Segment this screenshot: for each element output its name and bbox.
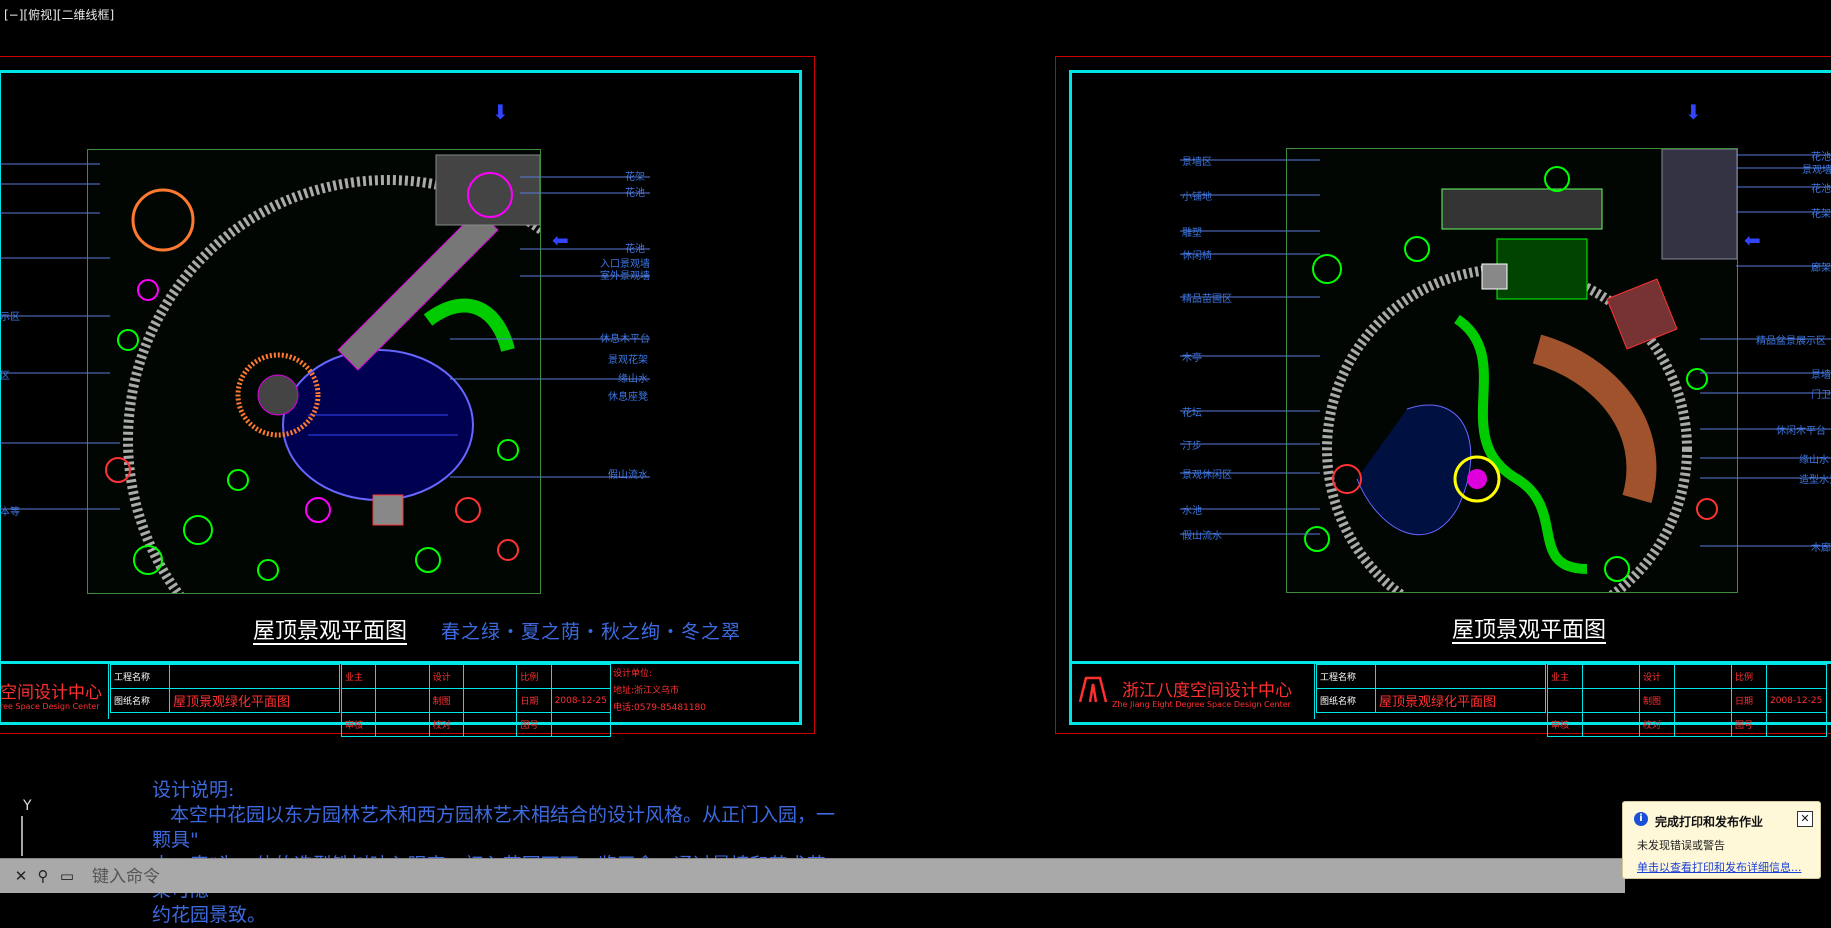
leader-label: 休闲椅 [1182,251,1212,262]
leader-label: 木廊 [1811,543,1831,554]
leader-label: 景观墙 [1802,165,1831,176]
leader-label: 汀步 [1182,441,1202,452]
right-project-info: 工程名称 图纸名称 屋顶景观绿化平面图 [1316,664,1546,713]
close-icon[interactable]: ✕ [12,866,30,886]
drawing-no-label: 图号 [516,712,552,737]
approve-label: 审核 [340,712,377,737]
right-company-name: 浙江八度空间设计中心 [1122,681,1292,701]
phone-text: 电话:0579-85481180 [613,703,706,713]
project-name-label: 工程名称 [110,664,170,689]
design-notes-heading: 设计说明: [152,779,235,801]
project-name-label: 工程名称 [1316,664,1376,689]
address-text: 地址:浙江义乌市 [613,686,680,696]
date-value: 2008-12-25 [550,688,612,713]
customize-icon[interactable]: ⚲ [34,866,52,886]
draw-label: 制图 [428,688,464,713]
right-plan-right-labels: 花池 景观墙 花池 花架 廊架 精品盆景展示区 景墙 门卫 休闲木平台 缘山水 … [1736,140,1831,560]
recent-commands-icon[interactable]: ▭ [58,866,76,886]
drawing-no-label: 图号 [1731,712,1767,737]
info-icon: i [1634,812,1648,826]
leader-label: 景墙区 [1182,157,1212,168]
project-name-value [1375,664,1546,689]
approve-label: 审核 [1547,712,1583,737]
right-title-block: 浙江八度空间设计中心 Zhe Jiang Eight Degree Space … [1072,661,1831,737]
leader-label: 木亭 [1182,353,1202,364]
design-notes-line: 约花园景致。 [152,904,267,926]
ucs-y-label: Y [23,798,32,814]
right-north-arrow: ⬇ [1685,100,1702,124]
right-company-logo-area: 浙江八度空间设计中心 Zhe Jiang Eight Degree Space … [1072,664,1315,719]
notification-title: 完成打印和发布作业 [1655,815,1764,829]
left-plan-title: 屋顶景观平面图 [253,619,408,644]
scale-label: 比例 [1731,664,1767,689]
leader-label: 休闲木平台 [1776,426,1826,437]
design-notes: 设计说明: 本空中花园以东方园林艺术和西方园林艺术相结合的设计风格。从正门入园，… [152,778,842,928]
leader-label: 精品盆景展示区 [1756,336,1826,347]
left-plan-subtitle: 春之绿・夏之荫・秋之绚・冬之翠 [441,621,742,643]
drawing-name-value: 屋顶景观绿化平面图 [169,688,340,713]
command-input[interactable] [90,865,794,889]
left-title-block: 空间设计中心 ree Space Design Center 工程名称 图纸名称… [0,661,799,737]
date-label: 日期 [516,688,552,713]
owner-label: 业主 [340,664,377,689]
ucs-icon [21,816,23,856]
left-project-info: 工程名称 图纸名称 屋顶景观绿化平面图 [110,664,340,713]
design-notes-line: 本空中花园以东方园林艺术和西方园林艺术相结合的设计风格。从正门入园，一颗具" [152,804,836,851]
leader-label: 花架 [1811,209,1831,220]
check-label: 校对 [1639,712,1675,737]
leader-label: 花池 [1811,184,1831,195]
leader-label: 假山流水 [1182,531,1222,542]
leader-label: 廊架 [1811,263,1831,274]
right-plan-title: 屋顶景观平面图 [1452,618,1607,643]
owner-label: 业主 [1547,664,1583,689]
left-company-name-en: ree Space Design Center [0,702,100,711]
leader-label: 景墙 [1811,370,1831,381]
close-icon[interactable]: ✕ [1797,811,1813,827]
right-plan-left-labels: 景墙区 小铺地 雕塑 休闲椅 精品苗圃区 木亭 花坛 汀步 景观休闲区 水池 假… [1180,140,1300,560]
leader-label: 花坛 [1182,408,1202,419]
left-company-name: 空间设计中心 [0,683,102,703]
date-label: 日期 [1731,688,1767,713]
leader-label: 雕塑 [1182,228,1202,239]
design-label: 设计 [428,664,464,689]
notification-details-link[interactable]: 单击以查看打印和发布详细信息... [1637,859,1802,875]
left-company-logo-area: 空间设计中心 ree Space Design Center [0,664,109,719]
leader-label: 精品苗圃区 [1182,294,1232,305]
date-value: 2008-12-25 [1766,688,1827,713]
drawing-name-value: 屋顶景观绿化平面图 [1375,688,1546,713]
leader-label: 造型水景 [1799,475,1831,486]
draw-label: 制图 [1639,688,1675,713]
leader-label: 水池 [1182,506,1202,517]
scale-label: 比例 [516,664,552,689]
left-signoff-table: 业主 设计 比例 制图 日期 2008-12-25 审核 校对 图号 [340,664,612,737]
leader-label: 门卫 [1811,390,1831,401]
left-unit-info: 设计单位: 地址:浙江义乌市 电话:0579-85481180 [613,666,793,718]
viewport-controls-label[interactable]: [−][俯视][二维线框] [4,6,114,23]
check-label: 校对 [428,712,464,737]
leader-label: 景观休闲区 [1182,470,1232,481]
leader-label: 小铺地 [1182,192,1212,203]
company-logo-icon [1078,676,1108,703]
drawing-name-label: 图纸名称 [110,688,170,713]
left-north-arrow: ⬇ [492,100,509,124]
project-name-value [169,664,340,689]
drawing-name-label: 图纸名称 [1316,688,1376,713]
right-company-name-en: Zhe Jiang Eight Degree Space Design Cent… [1112,700,1291,709]
design-label: 设计 [1639,664,1675,689]
right-signoff-table: 业主 设计 比例 制图 日期 2008-12-25 审核 校对 图号 [1547,664,1827,737]
command-line-bar: ✕ ⚲ ▭ [0,858,1625,893]
notification-message: 未发现错误或警告 [1637,839,1725,852]
leader-label: 缘山水 [1799,455,1829,466]
left-leader-lines [0,163,650,510]
plot-publish-notification: i 完成打印和发布作业 ✕ 未发现错误或警告 单击以查看打印和发布详细信息... [1622,801,1821,879]
design-unit-label: 设计单位: [613,669,653,679]
